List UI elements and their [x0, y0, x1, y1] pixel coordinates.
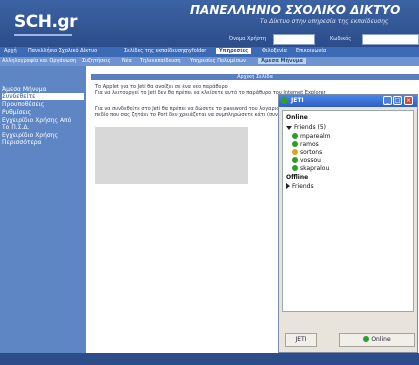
status-label: Online — [371, 336, 391, 343]
site-footer — [0, 353, 419, 365]
jeti-title: JETI — [291, 97, 304, 104]
contact-item[interactable]: sortons — [292, 149, 322, 156]
subnav-item-instant-message[interactable]: Άμεσα Μήνυμα — [258, 58, 306, 64]
contact-list: Online Friends (5) mparealm ramos sorton… — [282, 110, 414, 312]
offline-friends-group[interactable]: Friends — [286, 183, 314, 190]
login-bar: Όνομα Χρήστη Κωδικός — [0, 32, 419, 46]
contact-name: mparealm — [300, 133, 331, 140]
nav-item-education-pages[interactable]: Σελίδες της εκπαίδευσης — [124, 48, 187, 54]
site-title: ΠΑΝΕΛΛΗΝΙΟ ΣΧΟΛΙΚΟ ΔΙΚΤΥΟ — [190, 3, 401, 17]
offline-header: Offline — [286, 174, 309, 181]
sidebar-item-user-manual[interactable]: Εγχειρίδιο Χρήσης — [2, 132, 84, 139]
site-logo[interactable]: SCH.gr — [14, 12, 77, 32]
friends-group[interactable]: Friends (5) — [286, 124, 326, 131]
online-status-icon — [292, 141, 298, 147]
nav-item-home[interactable]: Αρχή — [4, 48, 17, 54]
secondary-nav: Αλληλογραφία και Οργάνωση Συζητήσεις Νέα… — [0, 57, 419, 66]
section-title-bar: Αρχική Σελίδα — [91, 74, 419, 80]
jeti-window[interactable]: JETI _ □ × Online Friends (5) mparealm r… — [278, 94, 418, 353]
nav-item-contact[interactable]: Επικοινωνία — [296, 48, 326, 54]
online-header: Online — [286, 114, 308, 121]
sidebar-item-manual-from[interactable]: Εγχειρίδιο Χρήσης Από — [2, 117, 84, 124]
maximize-icon[interactable]: □ — [393, 96, 402, 105]
contact-name: vossou — [300, 157, 321, 164]
primary-nav: Αρχή Πανελλήνιο Σχολικό Δίκτυο Σελίδες τ… — [0, 47, 419, 57]
site-subtitle: Το Δίκτυο στην υπηρεσία της εκπαίδευσης — [260, 18, 389, 25]
contact-item[interactable]: skapralou — [292, 165, 329, 172]
sidebar-item-settings[interactable]: Ρυθμίσεις — [2, 109, 84, 116]
contact-item[interactable]: vossou — [292, 157, 321, 164]
password-label: Κωδικός — [330, 36, 352, 42]
sidebar-item-more[interactable]: Περισσότερα — [2, 139, 84, 146]
subnav-item-mail[interactable]: Αλληλογραφία και Οργάνωση — [2, 58, 76, 64]
subnav-item-multimedia[interactable]: Υπηρεσίες Πολυμέσων — [190, 58, 246, 64]
offline-group-label: Friends — [292, 183, 314, 190]
expand-down-icon — [286, 126, 292, 130]
applet-area[interactable] — [95, 127, 248, 184]
sidebar-item-instant-message[interactable]: Άμεσα Μήνυμα — [2, 86, 84, 93]
nav-item-myfolder[interactable]: myfolder — [184, 48, 206, 54]
online-status-icon — [292, 165, 298, 171]
username-label: Όνομα Χρήστη — [229, 36, 267, 42]
nav-item-services[interactable]: Υπηρεσίες — [216, 48, 252, 54]
nav-item-hosting[interactable]: Φιλοξενία — [262, 48, 287, 54]
friends-group-label: Friends (5) — [294, 124, 326, 131]
username-input[interactable] — [273, 34, 315, 45]
site-header: SCH.gr ΠΑΝΕΛΛΗΝΙΟ ΣΧΟΛΙΚΟ ΔΙΚΤΥΟ Το Δίκτ… — [0, 0, 419, 47]
main-content: Αρχική Σελίδα Το Applet για το Jeti θα α… — [91, 66, 419, 353]
jeti-titlebar[interactable]: JETI _ □ × — [279, 95, 417, 107]
sidebar: Άμεσα Μήνυμα Συνδεθείτε Προυποθέσεις Ρυθ… — [0, 66, 86, 353]
nav-item-network[interactable]: Πανελλήνιο Σχολικό Δίκτυο — [28, 48, 97, 54]
sidebar-item-psd[interactable]: Το Π.Σ.Δ. — [2, 124, 84, 131]
sidebar-item-connect[interactable]: Συνδεθείτε — [2, 93, 84, 100]
jeti-app-icon — [281, 97, 288, 104]
subnav-item-news[interactable]: Νέα — [122, 58, 132, 64]
online-status-icon — [363, 336, 370, 342]
contact-name: ramos — [300, 141, 319, 148]
jeti-bottom-bar: JETI Online — [279, 330, 417, 350]
status-button[interactable]: Online — [339, 333, 415, 347]
expand-right-icon — [286, 183, 290, 189]
jeti-menu-button[interactable]: JETI — [285, 333, 317, 347]
away-status-icon — [292, 149, 298, 155]
contact-name: sortons — [300, 149, 323, 156]
close-icon[interactable]: × — [404, 96, 413, 105]
sidebar-item-prerequisites[interactable]: Προυποθέσεις — [2, 101, 84, 108]
online-status-icon — [292, 157, 298, 163]
subnav-item-discussions[interactable]: Συζητήσεις — [82, 58, 111, 64]
password-input[interactable] — [362, 34, 419, 45]
contact-item[interactable]: ramos — [292, 141, 319, 148]
minimize-icon[interactable]: _ — [383, 96, 392, 105]
contact-name: skapralou — [300, 165, 330, 172]
contact-item[interactable]: mparealm — [292, 133, 331, 140]
online-status-icon — [292, 133, 298, 139]
subnav-item-elearning[interactable]: Τηλεεκπαίδευση — [140, 58, 181, 64]
